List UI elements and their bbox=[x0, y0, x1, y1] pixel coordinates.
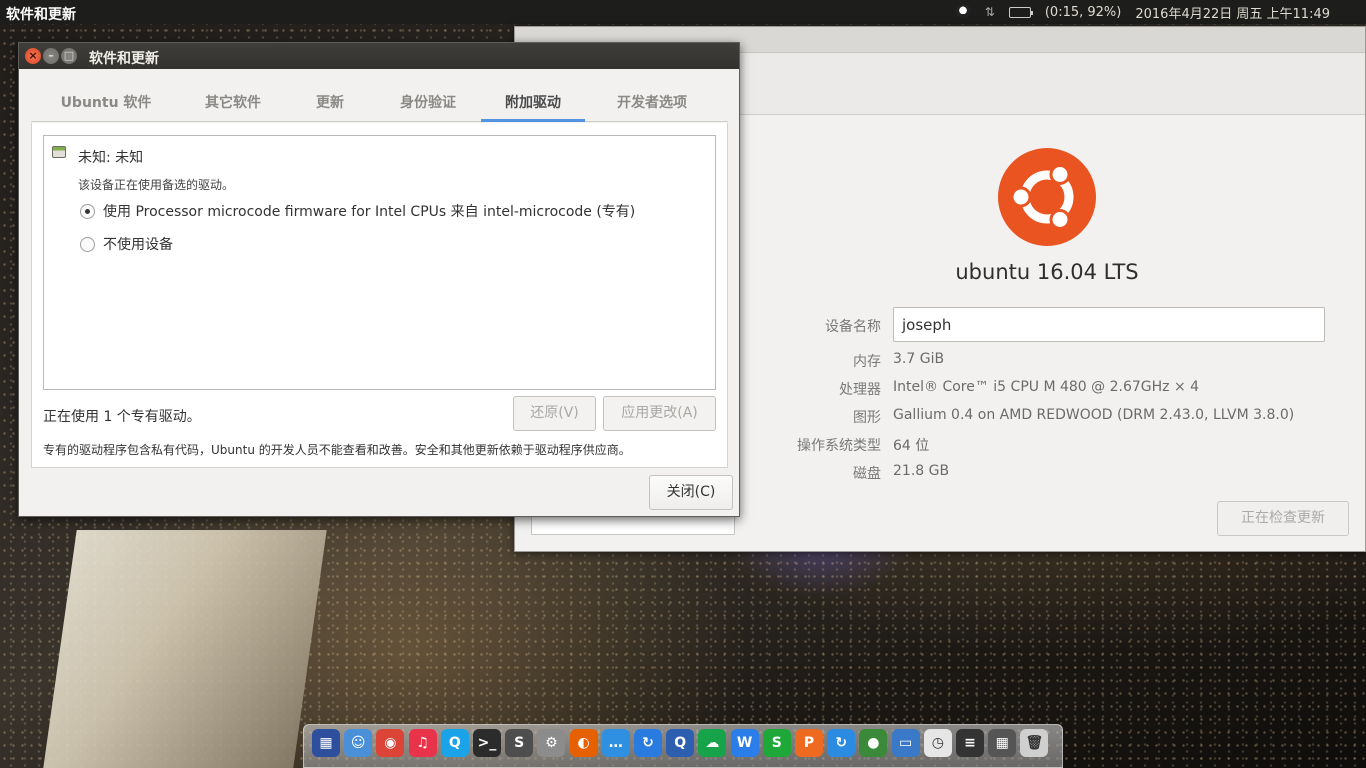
top-panel: 软件和更新 ⇅ (0:15, 92%) 2016年4月22日 周五 上午11:4… bbox=[0, 0, 1366, 24]
radio-selected-icon[interactable] bbox=[80, 203, 95, 219]
disk-value: 21.8 GB bbox=[893, 463, 950, 479]
proprietary-note: 专有的驱动程序包含私有代码，Ubuntu 的开发人员不能查看和改善。安全和其他更… bbox=[43, 443, 631, 457]
revert-button[interactable]: 还原(V) bbox=[513, 396, 596, 431]
driver-option-none[interactable]: 不使用设备 bbox=[80, 234, 173, 254]
driver-status-text: 正在使用 1 个专有驱动。 bbox=[43, 409, 201, 425]
driver-option-label[interactable]: 不使用设备 bbox=[103, 234, 173, 254]
processor-value: Intel® Core™ i5 CPU M 480 @ 2.67GHz × 4 bbox=[893, 379, 1200, 395]
panel-icon[interactable]: ▦ bbox=[312, 729, 340, 757]
active-app-title: 软件和更新 bbox=[6, 7, 76, 23]
software-titlebar[interactable]: × – □ 软件和更新 bbox=[19, 43, 739, 69]
search-app-icon[interactable]: Q bbox=[666, 729, 695, 757]
battery-icon[interactable] bbox=[1008, 6, 1033, 18]
firefox-icon[interactable]: ◐ bbox=[569, 729, 598, 757]
device-name: 未知: 未知 bbox=[78, 150, 144, 166]
radio-unselected-icon[interactable] bbox=[80, 236, 95, 252]
minimize-window-icon[interactable]: – bbox=[43, 48, 59, 64]
dock: ▦ ☺ ◉ ♫ Q >_ S ⚙ ◐… ↻ Q ☁ W S P ↻ ● ▭ ◷ ≡ ▦ 🗑 bbox=[303, 724, 1063, 768]
check-updates-button[interactable]: 正在检查更新 bbox=[1217, 501, 1349, 536]
tab-updates[interactable]: 更新 bbox=[285, 85, 375, 122]
tab-bar: Ubuntu 软件 其它软件 更新 身份验证 附加驱动 开发者选项 bbox=[31, 85, 728, 122]
sublime-icon[interactable]: S bbox=[505, 729, 534, 757]
apply-changes-button[interactable]: 应用更改(A) bbox=[603, 396, 716, 431]
chrome-icon[interactable]: ◉ bbox=[376, 729, 405, 757]
globe-icon[interactable]: ● bbox=[859, 729, 888, 757]
wps-presentation-icon[interactable]: P bbox=[795, 729, 823, 757]
tab-additional-drivers[interactable]: 附加驱动 bbox=[481, 85, 585, 122]
tab-authentication[interactable]: 身份验证 bbox=[375, 85, 481, 122]
wps-sheet-icon[interactable]: S bbox=[762, 729, 791, 757]
trash-icon[interactable]: 🗑 bbox=[1020, 729, 1049, 757]
chat-icon[interactable]: … bbox=[601, 729, 630, 757]
network-icon[interactable]: ⇅ bbox=[985, 5, 995, 19]
maximize-window-icon[interactable]: □ bbox=[61, 48, 77, 64]
close-window-icon[interactable]: × bbox=[25, 48, 41, 64]
device-status: 该设备正在使用备选的驱动。 bbox=[78, 178, 235, 192]
software-updates-window: × – □ 软件和更新 Ubuntu 软件 其它软件 更新 身份验证 附加驱动 … bbox=[18, 42, 740, 517]
tab-other-software[interactable]: 其它软件 bbox=[181, 85, 285, 122]
cloud-icon[interactable]: ☁ bbox=[698, 729, 727, 757]
wps-writer-icon[interactable]: W bbox=[730, 729, 759, 757]
driver-option-microcode[interactable]: 使用 Processor microcode firmware for Inte… bbox=[80, 201, 635, 221]
close-button[interactable]: 关闭(C) bbox=[649, 475, 733, 510]
window-title: 软件和更新 bbox=[89, 51, 159, 67]
monitor-icon[interactable]: ▭ bbox=[891, 729, 920, 757]
workspace-icon[interactable]: ▦ bbox=[988, 729, 1017, 757]
qq-tray-icon[interactable] bbox=[954, 4, 971, 20]
settings-icon[interactable]: ⚙ bbox=[537, 729, 566, 757]
tab-ubuntu-software[interactable]: Ubuntu 软件 bbox=[31, 85, 181, 122]
driver-option-label[interactable]: 使用 Processor microcode firmware for Inte… bbox=[103, 201, 635, 221]
system-monitor-icon[interactable]: ≡ bbox=[956, 729, 984, 757]
update-icon[interactable]: ↻ bbox=[827, 729, 856, 757]
device-icon bbox=[52, 146, 66, 158]
clock-icon[interactable]: ◷ bbox=[923, 729, 952, 757]
tab-developer-options[interactable]: 开发者选项 bbox=[585, 85, 719, 122]
graphics-value: Gallium 0.4 on AMD REDWOOD (DRM 2.43.0, … bbox=[893, 407, 1295, 423]
battery-status[interactable]: (0:15, 92%) bbox=[1045, 5, 1122, 20]
device-name-input[interactable]: joseph bbox=[893, 307, 1325, 342]
qq-icon[interactable]: Q bbox=[440, 729, 469, 757]
memory-value: 3.7 GiB bbox=[893, 351, 945, 367]
clock[interactable]: 2016年4月22日 周五 上午11:49 bbox=[1135, 3, 1330, 22]
os-name: ubuntu 16.04 LTS bbox=[955, 260, 1139, 284]
sync-icon[interactable]: ↻ bbox=[634, 729, 662, 757]
driver-list: 未知: 未知 该设备正在使用备选的驱动。 使用 Processor microc… bbox=[43, 135, 716, 390]
os-type-value: 64 位 bbox=[893, 438, 930, 454]
wallpaper-building bbox=[43, 530, 327, 768]
finder-icon[interactable]: ☺ bbox=[344, 729, 373, 757]
music-icon[interactable]: ♫ bbox=[408, 729, 437, 757]
terminal-icon[interactable]: >_ bbox=[473, 729, 501, 757]
ubuntu-logo-icon bbox=[998, 148, 1096, 246]
system-tray: ⇅ (0:15, 92%) 2016年4月22日 周五 上午11:49 bbox=[954, 0, 1330, 24]
